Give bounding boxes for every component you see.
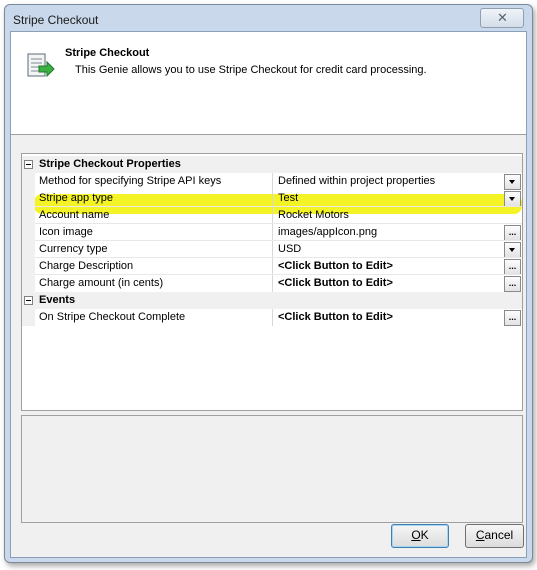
dialog-client: Stripe Checkout This Genie allows you to… [10, 31, 527, 558]
row-gutter [22, 258, 35, 275]
property-value[interactable]: Test [278, 192, 298, 204]
category-label: Events [39, 294, 76, 306]
property-value[interactable]: USD [278, 243, 301, 255]
property-name: Icon image [39, 226, 93, 238]
property-row[interactable]: Method for specifying Stripe API keys De… [22, 173, 522, 190]
property-name: Charge amount (in cents) [39, 277, 164, 289]
ok-button[interactable]: OK [391, 524, 449, 548]
dropdown-arrow-icon[interactable] [504, 174, 521, 190]
property-value[interactable]: <Click Button to Edit> [278, 311, 393, 323]
window-title: Stripe Checkout [13, 13, 99, 27]
header-title: Stripe Checkout [65, 47, 150, 59]
property-row[interactable]: Account name Rocket Motors [22, 207, 522, 224]
property-row[interactable]: On Stripe Checkout Complete <Click Butto… [22, 309, 522, 326]
ok-label-rest: K [420, 528, 429, 542]
collapse-icon[interactable] [24, 296, 33, 305]
ok-mnemonic: O [411, 528, 421, 542]
property-row[interactable]: Stripe app type Test [22, 190, 522, 207]
header-divider [11, 134, 526, 135]
cancel-label-rest: ancel [484, 528, 514, 542]
property-name: Method for specifying Stripe API keys [39, 175, 222, 187]
property-value[interactable]: images/appIcon.png [278, 226, 377, 238]
ellipsis-button[interactable]: ... [504, 276, 521, 292]
wizard-document-icon [27, 53, 55, 78]
property-value[interactable]: Rocket Motors [278, 209, 349, 221]
column-divider [272, 173, 273, 190]
close-icon: ✕ [497, 10, 508, 25]
property-row[interactable]: Charge amount (in cents) <Click Button t… [22, 275, 522, 292]
header-panel: Stripe Checkout This Genie allows you to… [11, 32, 526, 134]
property-name: Account name [39, 209, 110, 221]
category-stripe-properties[interactable]: Stripe Checkout Properties [22, 156, 522, 173]
ellipsis-button[interactable]: ... [504, 259, 521, 275]
row-gutter [22, 241, 35, 258]
property-row[interactable]: Charge Description <Click Button to Edit… [22, 258, 522, 275]
property-value[interactable]: Defined within project properties [278, 175, 435, 187]
dropdown-arrow-icon[interactable] [504, 242, 521, 258]
property-name: Charge Description [39, 260, 134, 272]
column-divider [272, 241, 273, 258]
property-grid: Stripe Checkout Properties Method for sp… [21, 153, 523, 411]
property-row[interactable]: Icon image images/appIcon.png ... [22, 224, 522, 241]
collapse-icon[interactable] [24, 160, 33, 169]
dropdown-arrow-icon[interactable] [504, 191, 521, 207]
title-bar[interactable]: Stripe Checkout ✕ [5, 5, 532, 33]
row-gutter [22, 190, 35, 207]
cancel-button[interactable]: Cancel [465, 524, 524, 548]
column-divider [272, 275, 273, 292]
property-name: Stripe app type [39, 192, 113, 204]
column-divider [272, 224, 273, 241]
row-gutter [22, 207, 35, 224]
header-description: This Genie allows you to use Stripe Chec… [75, 64, 427, 76]
row-gutter [22, 173, 35, 190]
property-name: On Stripe Checkout Complete [39, 311, 186, 323]
row-gutter [22, 224, 35, 241]
category-label: Stripe Checkout Properties [39, 158, 181, 170]
column-divider [272, 207, 273, 224]
description-panel [21, 415, 523, 523]
column-divider [272, 258, 273, 275]
row-gutter [22, 309, 35, 326]
row-gutter [22, 275, 35, 292]
dialog-window: Stripe Checkout ✕ Stripe Checkout This G… [4, 4, 533, 563]
close-button[interactable]: ✕ [480, 8, 524, 28]
ellipsis-button[interactable]: ... [504, 310, 521, 326]
property-value[interactable]: <Click Button to Edit> [278, 260, 393, 272]
property-name: Currency type [39, 243, 108, 255]
property-row[interactable]: Currency type USD [22, 241, 522, 258]
category-events[interactable]: Events [22, 292, 522, 309]
column-divider [272, 309, 273, 326]
column-divider [272, 190, 273, 207]
property-value[interactable]: <Click Button to Edit> [278, 277, 393, 289]
ellipsis-button[interactable]: ... [504, 225, 521, 241]
